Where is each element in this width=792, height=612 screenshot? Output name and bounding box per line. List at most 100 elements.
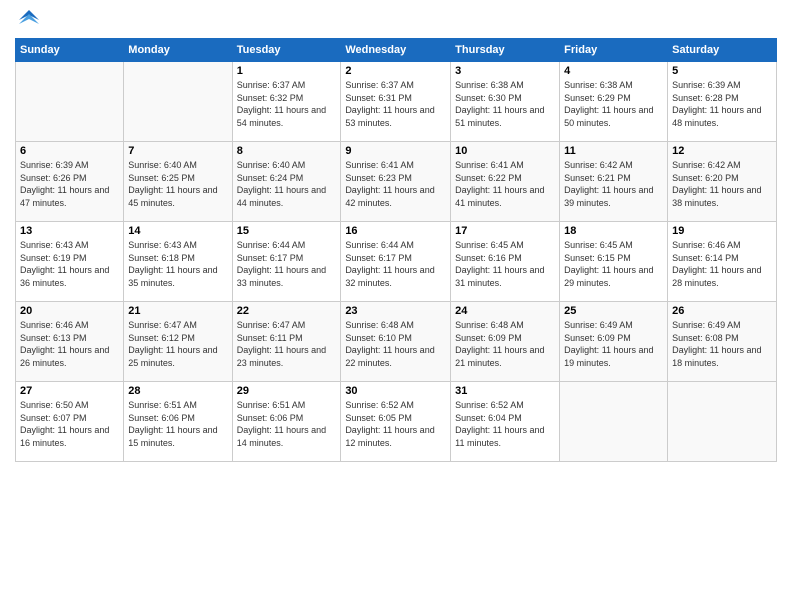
day-number: 21: [128, 305, 227, 317]
day-info: Sunrise: 6:40 AMSunset: 6:25 PMDaylight:…: [128, 159, 227, 209]
day-header-wednesday: Wednesday: [341, 39, 451, 62]
day-number: 19: [672, 225, 772, 237]
day-number: 17: [455, 225, 555, 237]
day-info: Sunrise: 6:45 AMSunset: 6:16 PMDaylight:…: [455, 239, 555, 289]
calendar-cell: 12 Sunrise: 6:42 AMSunset: 6:20 PMDayligh…: [668, 142, 777, 222]
day-number: 30: [345, 385, 446, 397]
calendar-cell: 31 Sunrise: 6:52 AMSunset: 6:04 PMDayligh…: [451, 382, 560, 462]
calendar-cell: 3 Sunrise: 6:38 AMSunset: 6:30 PMDaylight…: [451, 62, 560, 142]
week-row: 27 Sunrise: 6:50 AMSunset: 6:07 PMDayligh…: [16, 382, 777, 462]
day-info: Sunrise: 6:44 AMSunset: 6:17 PMDaylight:…: [345, 239, 446, 289]
day-number: 2: [345, 65, 446, 77]
calendar-cell: 16 Sunrise: 6:44 AMSunset: 6:17 PMDayligh…: [341, 222, 451, 302]
day-number: 24: [455, 305, 555, 317]
day-number: 3: [455, 65, 555, 77]
day-number: 15: [237, 225, 337, 237]
calendar-cell: 13Sunrise: 6:43 AMSunset: 6:19 PMDayligh…: [16, 222, 124, 302]
day-number: 9: [345, 145, 446, 157]
day-number: 4: [564, 65, 663, 77]
header: [15, 10, 777, 30]
day-info: Sunrise: 6:37 AMSunset: 6:32 PMDaylight:…: [237, 79, 337, 129]
logo-icon: [19, 10, 39, 30]
calendar-cell: 15 Sunrise: 6:44 AMSunset: 6:17 PMDayligh…: [232, 222, 341, 302]
week-row: 13Sunrise: 6:43 AMSunset: 6:19 PMDayligh…: [16, 222, 777, 302]
calendar-cell: 2Sunrise: 6:37 AMSunset: 6:31 PMDaylight…: [341, 62, 451, 142]
day-info: Sunrise: 6:42 AMSunset: 6:20 PMDaylight:…: [672, 159, 772, 209]
calendar-cell: 1Sunrise: 6:37 AMSunset: 6:32 PMDaylight…: [232, 62, 341, 142]
calendar-cell: 18 Sunrise: 6:45 AMSunset: 6:15 PMDayligh…: [560, 222, 668, 302]
calendar-cell: [560, 382, 668, 462]
day-number: 23: [345, 305, 446, 317]
logo: [15, 10, 39, 30]
day-info: Sunrise: 6:51 AMSunset: 6:06 PMDaylight:…: [128, 399, 227, 449]
calendar-cell: 25 Sunrise: 6:49 AMSunset: 6:09 PMDayligh…: [560, 302, 668, 382]
calendar-cell: 14 Sunrise: 6:43 AMSunset: 6:18 PMDayligh…: [124, 222, 232, 302]
day-number: 12: [672, 145, 772, 157]
day-number: 8: [237, 145, 337, 157]
day-number: 22: [237, 305, 337, 317]
day-info: Sunrise: 6:39 AMSunset: 6:26 PMDaylight:…: [20, 159, 119, 209]
calendar-cell: [124, 62, 232, 142]
day-info: Sunrise: 6:46 AMSunset: 6:14 PMDaylight:…: [672, 239, 772, 289]
day-info: Sunrise: 6:49 AMSunset: 6:08 PMDaylight:…: [672, 319, 772, 369]
day-header-saturday: Saturday: [668, 39, 777, 62]
calendar-cell: 19 Sunrise: 6:46 AMSunset: 6:14 PMDayligh…: [668, 222, 777, 302]
day-number: 26: [672, 305, 772, 317]
calendar-cell: 28 Sunrise: 6:51 AMSunset: 6:06 PMDayligh…: [124, 382, 232, 462]
day-number: 20: [20, 305, 119, 317]
day-number: 18: [564, 225, 663, 237]
day-number: 31: [455, 385, 555, 397]
day-info: Sunrise: 6:50 AMSunset: 6:07 PMDaylight:…: [20, 399, 119, 449]
day-header-tuesday: Tuesday: [232, 39, 341, 62]
calendar-cell: 5 Sunrise: 6:39 AMSunset: 6:28 PMDaylight…: [668, 62, 777, 142]
day-number: 28: [128, 385, 227, 397]
calendar-cell: [16, 62, 124, 142]
day-info: Sunrise: 6:52 AMSunset: 6:04 PMDaylight:…: [455, 399, 555, 449]
day-header-monday: Monday: [124, 39, 232, 62]
day-info: Sunrise: 6:52 AMSunset: 6:05 PMDaylight:…: [345, 399, 446, 449]
calendar-cell: 7Sunrise: 6:40 AMSunset: 6:25 PMDaylight…: [124, 142, 232, 222]
day-number: 27: [20, 385, 119, 397]
day-info: Sunrise: 6:42 AMSunset: 6:21 PMDaylight:…: [564, 159, 663, 209]
day-header-sunday: Sunday: [16, 39, 124, 62]
day-info: Sunrise: 6:48 AMSunset: 6:10 PMDaylight:…: [345, 319, 446, 369]
calendar-cell: 9 Sunrise: 6:41 AMSunset: 6:23 PMDaylight…: [341, 142, 451, 222]
day-number: 5: [672, 65, 772, 77]
calendar-cell: 17 Sunrise: 6:45 AMSunset: 6:16 PMDayligh…: [451, 222, 560, 302]
calendar-cell: 26 Sunrise: 6:49 AMSunset: 6:08 PMDayligh…: [668, 302, 777, 382]
day-info: Sunrise: 6:46 AMSunset: 6:13 PMDaylight:…: [20, 319, 119, 369]
day-number: 16: [345, 225, 446, 237]
day-header-friday: Friday: [560, 39, 668, 62]
calendar-cell: 30 Sunrise: 6:52 AMSunset: 6:05 PMDayligh…: [341, 382, 451, 462]
week-row: 6Sunrise: 6:39 AMSunset: 6:26 PMDaylight…: [16, 142, 777, 222]
day-info: Sunrise: 6:45 AMSunset: 6:15 PMDaylight:…: [564, 239, 663, 289]
calendar-cell: 21Sunrise: 6:47 AMSunset: 6:12 PMDayligh…: [124, 302, 232, 382]
calendar-cell: 10Sunrise: 6:41 AMSunset: 6:22 PMDayligh…: [451, 142, 560, 222]
day-info: Sunrise: 6:41 AMSunset: 6:23 PMDaylight:…: [345, 159, 446, 209]
calendar-cell: 22 Sunrise: 6:47 AMSunset: 6:11 PMDayligh…: [232, 302, 341, 382]
day-info: Sunrise: 6:43 AMSunset: 6:18 PMDaylight:…: [128, 239, 227, 289]
day-info: Sunrise: 6:44 AMSunset: 6:17 PMDaylight:…: [237, 239, 337, 289]
day-info: Sunrise: 6:38 AMSunset: 6:30 PMDaylight:…: [455, 79, 555, 129]
calendar-cell: 29Sunrise: 6:51 AMSunset: 6:06 PMDayligh…: [232, 382, 341, 462]
calendar-cell: 6Sunrise: 6:39 AMSunset: 6:26 PMDaylight…: [16, 142, 124, 222]
day-header-thursday: Thursday: [451, 39, 560, 62]
day-number: 11: [564, 145, 663, 157]
day-info: Sunrise: 6:47 AMSunset: 6:11 PMDaylight:…: [237, 319, 337, 369]
calendar-cell: 20 Sunrise: 6:46 AMSunset: 6:13 PMDayligh…: [16, 302, 124, 382]
day-info: Sunrise: 6:40 AMSunset: 6:24 PMDaylight:…: [237, 159, 337, 209]
calendar-cell: [668, 382, 777, 462]
day-number: 14: [128, 225, 227, 237]
day-info: Sunrise: 6:51 AMSunset: 6:06 PMDaylight:…: [237, 399, 337, 449]
day-number: 25: [564, 305, 663, 317]
day-info: Sunrise: 6:43 AMSunset: 6:19 PMDaylight:…: [20, 239, 119, 289]
calendar-cell: 23 Sunrise: 6:48 AMSunset: 6:10 PMDayligh…: [341, 302, 451, 382]
calendar-cell: 8 Sunrise: 6:40 AMSunset: 6:24 PMDaylight…: [232, 142, 341, 222]
day-info: Sunrise: 6:49 AMSunset: 6:09 PMDaylight:…: [564, 319, 663, 369]
calendar-cell: 4Sunrise: 6:38 AMSunset: 6:29 PMDaylight…: [560, 62, 668, 142]
week-row: 20 Sunrise: 6:46 AMSunset: 6:13 PMDayligh…: [16, 302, 777, 382]
week-row: 1Sunrise: 6:37 AMSunset: 6:32 PMDaylight…: [16, 62, 777, 142]
day-number: 10: [455, 145, 555, 157]
day-info: Sunrise: 6:39 AMSunset: 6:28 PMDaylight:…: [672, 79, 772, 129]
calendar-table: SundayMondayTuesdayWednesdayThursdayFrid…: [15, 38, 777, 462]
